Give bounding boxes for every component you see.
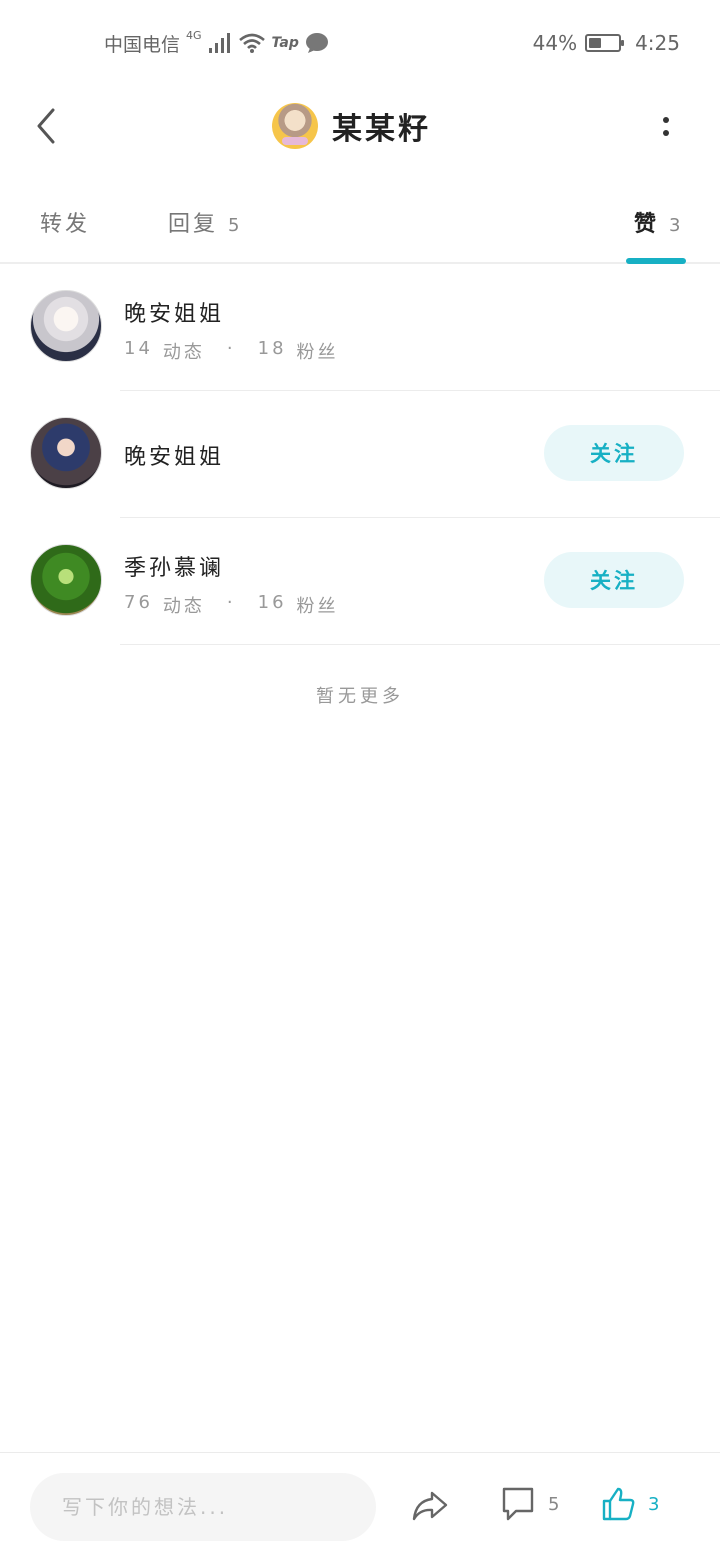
tap-app-indicator: Tap — [271, 35, 299, 51]
tab-reply[interactable]: 回复 5 — [168, 206, 239, 238]
user-stats: 14 动态 · 18 粉丝 — [124, 338, 339, 364]
tab-count: 5 — [228, 215, 240, 236]
tab-count: 3 — [669, 215, 681, 236]
comment-input[interactable] — [30, 1473, 376, 1541]
comment-bubble-icon — [502, 1487, 534, 1521]
clock: 4:25 — [635, 31, 680, 55]
thumbs-up-icon — [602, 1487, 635, 1521]
divider — [120, 644, 720, 645]
status-left: 中国电信 4G Tap — [104, 28, 329, 58]
no-more-text: 暂无更多 — [316, 686, 404, 707]
bottom-action-bar: 5 3 — [0, 1452, 720, 1560]
like-list: 晚安姐姐 14 动态 · 18 粉丝 晚安姐姐 关注 季孙慕谰 76 动态 · … — [0, 264, 720, 645]
tab-bar: 转发 回复 5 赞 3 — [0, 190, 720, 264]
battery-fill — [589, 38, 602, 48]
status-bar: 中国电信 4G Tap 44% 4:25 — [0, 0, 720, 84]
header-user[interactable]: 某某籽 — [272, 100, 431, 152]
carrier-name: 中国电信 — [104, 33, 181, 56]
more-dot — [663, 129, 669, 136]
tab-like[interactable]: 赞 3 — [634, 206, 680, 238]
fans-count: 18 — [257, 338, 287, 359]
top-header: 某某籽 — [0, 84, 720, 168]
posts-label: 动态 — [162, 342, 205, 363]
avatar[interactable] — [30, 417, 102, 489]
network-type: 4G — [186, 28, 202, 42]
wifi-icon — [238, 33, 265, 53]
list-item[interactable]: 季孙慕谰 76 动态 · 16 粉丝 关注 — [0, 518, 720, 645]
fans-label: 粉丝 — [296, 596, 339, 617]
more-options-button[interactable] — [652, 106, 680, 146]
comment-count: 5 — [548, 1493, 560, 1515]
follow-button[interactable]: 关注 — [544, 552, 684, 608]
user-name[interactable]: 季孙慕谰 — [124, 550, 224, 582]
more-vertical-icon — [663, 116, 669, 123]
tab-label: 转发 — [40, 212, 91, 237]
status-right: 44% 4:25 — [533, 28, 680, 58]
tab-label: 赞 — [634, 212, 660, 237]
tab-forward[interactable]: 转发 — [40, 206, 100, 238]
follow-button[interactable]: 关注 — [544, 425, 684, 481]
page-title: 某某籽 — [332, 112, 431, 147]
share-arrow-icon — [412, 1491, 448, 1521]
like-button[interactable]: 3 — [600, 1485, 659, 1523]
chevron-left-icon — [37, 108, 55, 144]
message-bubble-icon — [305, 33, 328, 53]
back-button[interactable] — [24, 104, 68, 148]
stats-separator: · — [226, 592, 236, 613]
battery-icon — [585, 34, 625, 52]
stats-separator: · — [226, 338, 236, 359]
posts-label: 动态 — [162, 596, 205, 617]
comment-button[interactable]: 5 — [500, 1485, 559, 1523]
avatar[interactable] — [30, 544, 102, 616]
battery-percent: 44% — [532, 31, 578, 55]
user-name[interactable]: 晚安姐姐 — [124, 439, 224, 471]
fans-count: 16 — [257, 592, 287, 613]
like-count: 3 — [648, 1493, 660, 1515]
posts-count: 14 — [124, 338, 153, 359]
signal-icon — [208, 33, 230, 53]
tab-label: 回复 — [168, 212, 219, 237]
avatar[interactable] — [272, 103, 318, 149]
posts-count: 76 — [124, 592, 153, 613]
list-item[interactable]: 晚安姐姐 关注 — [0, 391, 720, 518]
share-button[interactable] — [410, 1485, 450, 1525]
user-name[interactable]: 晚安姐姐 — [124, 296, 224, 328]
fans-label: 粉丝 — [296, 342, 339, 363]
user-stats: 76 动态 · 16 粉丝 — [124, 592, 339, 618]
avatar[interactable] — [30, 290, 102, 362]
list-item[interactable]: 晚安姐姐 14 动态 · 18 粉丝 — [0, 264, 720, 391]
